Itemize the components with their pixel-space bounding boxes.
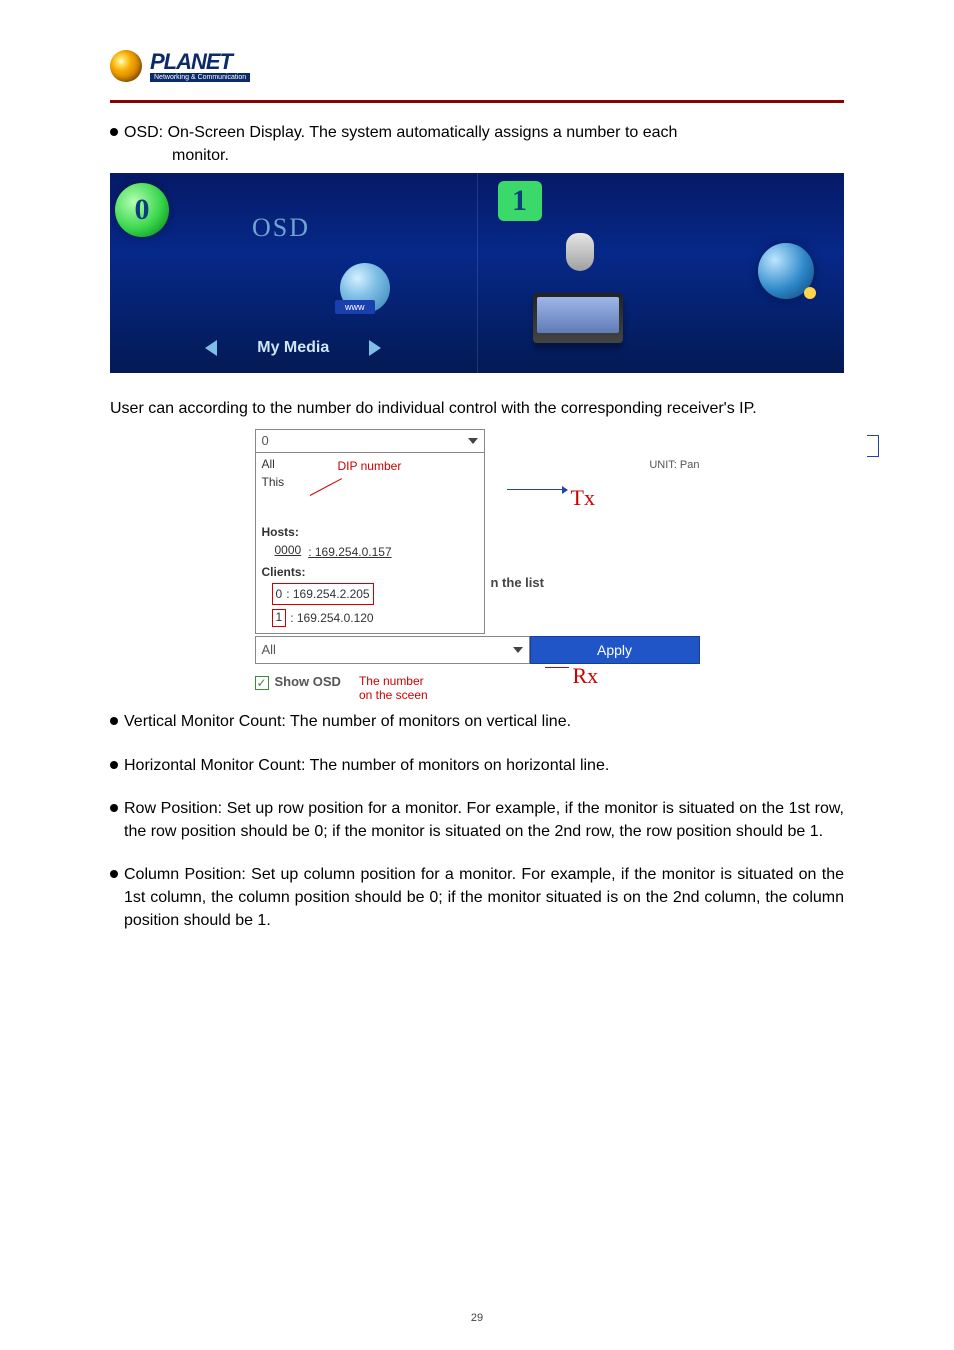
clients-heading: Clients: [262, 563, 478, 581]
unit-label: UNIT: Pan [649, 459, 699, 471]
hosts-heading: Hosts: [262, 523, 478, 541]
bullet-label: Column Position: [124, 866, 246, 883]
client-idx: 1 [272, 609, 287, 627]
osd-screenshot-strip: 0 OSD www My Media 1 [110, 173, 844, 373]
bullet-icon [110, 804, 118, 812]
earth-icon [758, 243, 814, 299]
show-osd-label: Show OSD [275, 674, 341, 689]
panel-figure: 0 UNIT: Pan DIP number All This Hosts: 0… [110, 429, 844, 703]
www-banner: www [335, 300, 375, 314]
bracket-icon [867, 435, 879, 457]
top-select-value: 0 [262, 433, 269, 448]
tv-icon [533, 293, 623, 343]
all-select[interactable]: All [255, 636, 530, 664]
chevron-down-icon [513, 647, 523, 653]
bullet-label: Vertical Monitor Count: [124, 713, 286, 730]
apply-label: Apply [597, 642, 632, 658]
osd-title: OSD [252, 213, 310, 243]
bullet-label: Horizontal Monitor Count: [124, 757, 305, 774]
bullet-horizontal-count: Horizontal Monitor Count: The number of … [110, 754, 844, 777]
osd-screenshot-left: 0 OSD www My Media [110, 173, 478, 373]
brand-tagline: Networking & Communication [150, 73, 250, 82]
client-idx: 0 [276, 585, 283, 603]
globe-icon [110, 50, 142, 82]
host-idx: 0000 [272, 543, 305, 561]
bullet-text: The number of monitors on horizontal lin… [305, 757, 609, 774]
bullet-label: Row Position: [124, 800, 222, 817]
rx-label: Rx [573, 663, 599, 689]
bullet-osd-label: OSD: [124, 124, 163, 141]
bullet-osd-text1: On-Screen Display. The system automatica… [163, 124, 677, 141]
osd-badge-0: 0 [115, 183, 169, 237]
client-item-1[interactable]: 1 : 169.254.0.120 [272, 609, 478, 627]
host-item-0[interactable]: 0000 : 169.254.0.157 [272, 543, 478, 561]
client-ip: : 169.254.2.205 [286, 585, 369, 603]
bullet-icon [110, 870, 118, 878]
bullet-icon [110, 761, 118, 769]
brand-name: PLANET [150, 51, 250, 73]
arrow-right-icon[interactable] [369, 340, 381, 356]
osd-nav: My Media [110, 339, 477, 357]
dropdown-body: DIP number All This Hosts: 0000 : 169.25… [255, 453, 485, 634]
arrow-left-icon[interactable] [205, 340, 217, 356]
mouse-icon [558, 233, 618, 293]
page-number: 29 [0, 1312, 954, 1324]
arrow-icon [545, 667, 569, 668]
host-ip: : 169.254.0.157 [308, 543, 391, 561]
osd-screenshot-right: 1 [478, 173, 845, 373]
bullet-icon [110, 717, 118, 725]
bullet-icon [110, 128, 118, 136]
osd-sub-annotation: The number on the sceen [359, 674, 428, 703]
chevron-down-icon [468, 438, 478, 444]
bullet-osd-text2: monitor. [124, 144, 844, 167]
dip-number-annotation: DIP number [338, 457, 402, 475]
apply-button[interactable]: Apply [530, 636, 700, 664]
client-ip: : 169.254.0.120 [290, 609, 373, 627]
client-item-0[interactable]: 0 : 169.254.2.205 [272, 583, 374, 605]
bullet-column-position: Column Position: Set up column position … [110, 863, 844, 933]
show-osd-checkbox[interactable]: ✓ [255, 676, 269, 690]
brand-text: PLANET Networking & Communication [150, 51, 250, 82]
my-media-label: My Media [257, 339, 329, 357]
arrow-icon [507, 489, 567, 490]
brand-logo: PLANET Networking & Communication [110, 50, 844, 82]
header-divider [110, 100, 844, 103]
bullet-text: Set up row position for a monitor. For e… [124, 800, 844, 840]
all-select-value: All [262, 642, 276, 657]
bullet-osd: OSD: On-Screen Display. The system autom… [110, 121, 844, 167]
bullet-vertical-count: Vertical Monitor Count: The number of mo… [110, 710, 844, 733]
in-the-list-label: n the list [491, 575, 544, 590]
mid-paragraph: User can according to the number do indi… [110, 397, 844, 420]
top-select[interactable]: 0 [255, 429, 485, 453]
option-this[interactable]: This [262, 473, 478, 491]
osd-badge-1: 1 [498, 181, 542, 221]
bullet-row-position: Row Position: Set up row position for a … [110, 797, 844, 843]
tx-label: Tx [571, 485, 595, 511]
bullet-text: The number of monitors on vertical line. [286, 713, 571, 730]
